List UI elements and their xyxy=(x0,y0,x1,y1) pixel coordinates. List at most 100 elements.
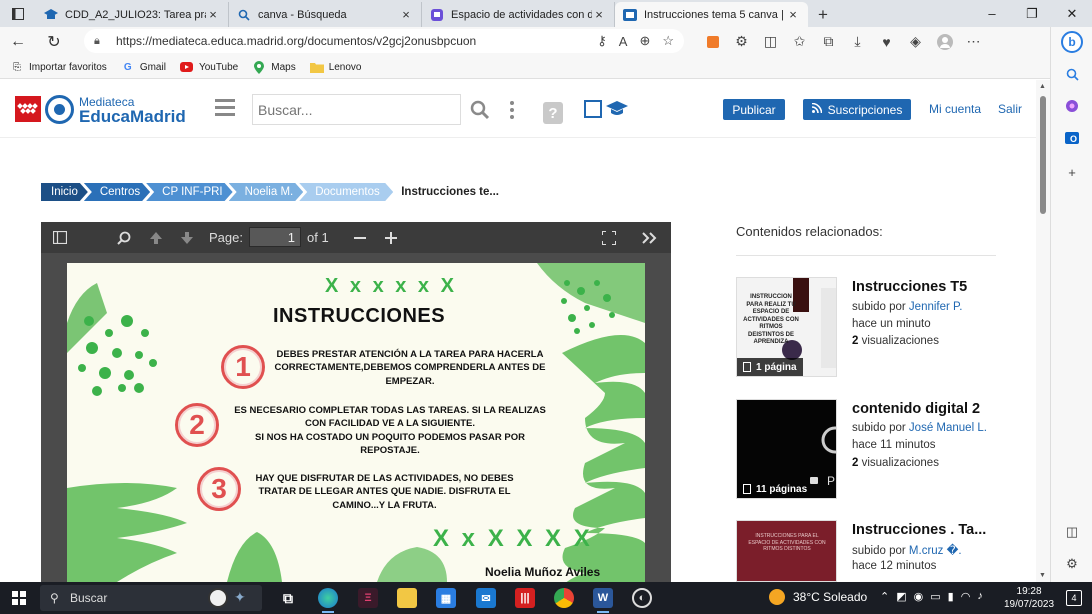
bookmark-lenovo[interactable]: Lenovo xyxy=(309,60,362,74)
next-page-icon[interactable] xyxy=(180,229,194,246)
breadcrumb-cp-inf-pri[interactable]: CP INF-PRI xyxy=(146,183,233,201)
scroll-down-icon[interactable]: ▼ xyxy=(1039,572,1046,579)
bookmark-maps[interactable]: Maps xyxy=(252,60,296,74)
previous-page-icon[interactable] xyxy=(149,229,163,246)
window-square-icon[interactable] xyxy=(584,100,602,118)
site-search-input[interactable] xyxy=(252,94,461,125)
page-number-input[interactable] xyxy=(249,227,301,247)
browser-tab-3[interactable]: Espacio de actividades con distin × xyxy=(422,2,615,27)
breadcrumb-documentos[interactable]: Documentos xyxy=(299,183,393,201)
app-circle-icon[interactable]: ◐ xyxy=(632,588,652,608)
favorites-icon[interactable]: ✩ xyxy=(785,27,814,56)
chrome-icon[interactable] xyxy=(554,588,574,608)
volume-icon[interactable]: ♪ xyxy=(977,590,983,603)
kebab-menu-icon[interactable] xyxy=(509,100,515,120)
close-tab-icon[interactable]: × xyxy=(399,7,413,22)
url-field[interactable]: 🔒︎ https://mediateca.educa.madrid.org/do… xyxy=(84,29,684,53)
tab-actions-icon[interactable] xyxy=(0,0,36,27)
sidebar-settings-icon[interactable]: ⚙ xyxy=(1061,553,1083,575)
browser-tab-2[interactable]: canva - Búsqueda × xyxy=(229,2,422,27)
close-tab-icon[interactable]: × xyxy=(206,7,220,22)
related-title-3[interactable]: Instrucciones . Ta... xyxy=(852,522,986,538)
breadcrumb-inicio[interactable]: Inicio xyxy=(41,183,88,201)
zoom-out-icon[interactable] xyxy=(354,229,366,246)
search-icon[interactable] xyxy=(1061,63,1083,85)
help-icon[interactable]: ? xyxy=(543,102,563,124)
related-thumb-2[interactable]: P 11 páginas xyxy=(736,399,837,499)
downloads-icon[interactable]: ⤓ xyxy=(843,27,872,56)
extensions-icon[interactable]: ⚙ xyxy=(727,27,756,56)
bing-copilot-icon[interactable]: b xyxy=(1061,31,1083,53)
graduation-cap-icon[interactable] xyxy=(606,100,628,118)
search-icon[interactable] xyxy=(117,229,131,246)
salir-link[interactable]: Salir xyxy=(998,102,1022,116)
uploader-link[interactable]: M.cruz �. xyxy=(909,545,962,557)
sidebar-layout-icon[interactable]: ◫ xyxy=(1061,521,1083,543)
collections-icon[interactable]: ⧉ xyxy=(814,27,843,56)
search-icon[interactable] xyxy=(470,100,490,120)
battery-icon[interactable]: ▮ xyxy=(948,590,954,603)
system-clock[interactable]: 19:28 19/07/2023 xyxy=(1004,585,1054,611)
read-aloud-icon[interactable]: A xyxy=(619,34,628,49)
related-title-1[interactable]: Instrucciones T5 xyxy=(852,279,967,295)
file-explorer-icon[interactable] xyxy=(397,588,417,608)
back-icon[interactable]: ← xyxy=(0,27,36,56)
bookmark-import[interactable]: ⎘ Importar favoritos xyxy=(10,60,107,74)
madrid-flag-logo[interactable] xyxy=(15,96,41,122)
more-tools-icon[interactable] xyxy=(642,229,657,246)
close-tab-icon[interactable]: × xyxy=(786,7,800,22)
uploader-link[interactable]: Jennifer P. xyxy=(909,301,963,313)
fullscreen-icon[interactable] xyxy=(602,229,616,246)
close-tab-icon[interactable]: × xyxy=(592,7,606,22)
word-icon[interactable]: W xyxy=(593,588,613,613)
split-screen-icon[interactable]: ◫ xyxy=(756,27,785,56)
breadcrumb-noelia[interactable]: Noelia M. xyxy=(229,183,304,201)
new-tab-icon[interactable]: + xyxy=(808,2,838,27)
store-icon[interactable]: ▦ xyxy=(436,588,456,608)
related-thumb-1[interactable]: INSTRUCCION PARA REALIZ TU ESPACIO DE AC… xyxy=(736,277,837,377)
suscripciones-button[interactable]: Suscripciones xyxy=(803,99,911,120)
logo-line2[interactable]: EducaMadrid xyxy=(79,107,186,127)
related-title-2[interactable]: contenido digital 2 xyxy=(852,401,980,417)
weather-widget[interactable]: 38°C Soleado xyxy=(769,589,867,605)
windows-start-icon[interactable] xyxy=(12,591,26,605)
zoom-icon[interactable]: ⊕ xyxy=(639,33,650,49)
mi-cuenta-link[interactable]: Mi cuenta xyxy=(929,102,981,116)
mail-icon[interactable]: ✉ xyxy=(476,588,496,608)
restore-icon[interactable]: ❐ xyxy=(1012,0,1052,27)
educamadrid-logo-icon[interactable] xyxy=(45,95,74,124)
profile-avatar-icon[interactable] xyxy=(930,27,959,56)
chevron-up-icon[interactable]: ⌃ xyxy=(880,590,889,603)
performance-icon[interactable]: ♥ xyxy=(872,27,901,56)
tools-icon[interactable] xyxy=(1061,95,1083,117)
refresh-icon[interactable]: ↻ xyxy=(36,27,72,56)
more-menu-icon[interactable]: ⋯ xyxy=(959,27,988,56)
app-red-icon[interactable]: Ξ xyxy=(358,588,378,608)
page-scrollbar[interactable]: ▲ ▼ xyxy=(1036,80,1050,582)
minimize-icon[interactable]: – xyxy=(972,0,1012,27)
edge-taskbar-icon[interactable] xyxy=(318,588,338,613)
browser-tab-1[interactable]: CDD_A2_JULIO23: Tarea práctica × xyxy=(36,2,229,27)
related-thumb-3[interactable]: INSTRUCCIONES PARA EL ESPACIO DE ACTIVID… xyxy=(736,520,837,582)
notifications-icon[interactable]: 4 xyxy=(1066,590,1082,606)
tray-app-icon[interactable]: ◩ xyxy=(896,590,906,603)
network-icon[interactable]: ◉ xyxy=(914,590,924,603)
key-icon[interactable]: ⚷ xyxy=(597,33,607,49)
breadcrumb-centros[interactable]: Centros xyxy=(84,183,150,201)
bookmark-youtube[interactable]: YouTube xyxy=(180,60,238,74)
favorite-star-icon[interactable]: ☆ xyxy=(662,33,674,49)
bookmark-gmail[interactable]: G Gmail xyxy=(121,60,166,74)
uploader-link[interactable]: José Manuel L. xyxy=(909,422,987,434)
scroll-thumb[interactable] xyxy=(1040,96,1046,214)
publicar-button[interactable]: Publicar xyxy=(723,99,785,120)
browser-tab-4[interactable]: Instrucciones tema 5 canva | Me × xyxy=(615,2,808,27)
close-window-icon[interactable]: ✕ xyxy=(1052,0,1092,27)
add-sidebar-app-icon[interactable]: + xyxy=(1061,161,1083,183)
display-icon[interactable]: ▭ xyxy=(930,590,940,603)
scroll-up-icon[interactable]: ▲ xyxy=(1039,83,1046,90)
wifi-icon[interactable]: ◠ xyxy=(961,590,971,603)
hamburger-menu-icon[interactable] xyxy=(215,99,235,117)
task-view-icon[interactable]: ⧉ xyxy=(278,588,298,608)
app-bars-icon[interactable]: ||| xyxy=(515,588,535,608)
outlook-icon[interactable]: O xyxy=(1061,127,1083,149)
